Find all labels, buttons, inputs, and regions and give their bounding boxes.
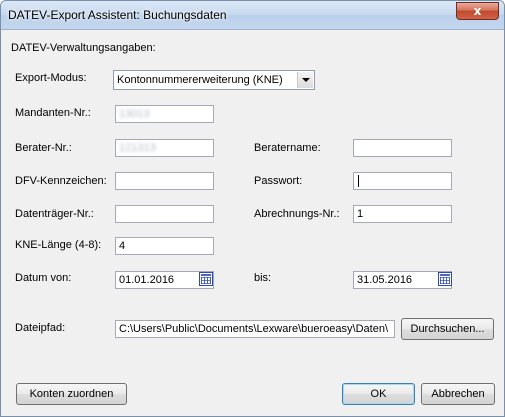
passwort-input[interactable]: [353, 172, 452, 190]
kne-input[interactable]: 4: [115, 237, 214, 255]
beratername-label: Beratername:: [254, 142, 321, 154]
datum-bis-value: 31.05.2016: [357, 274, 413, 286]
mandant-label: Mandanten-Nr.:: [15, 107, 91, 119]
export-mode-label: Export-Modus:: [15, 72, 87, 84]
mandant-value: 13013: [119, 108, 150, 120]
export-mode-value: Kontonnummererweiterung (KNE): [117, 74, 283, 86]
dateipfad-value: C:\Users\Public\Documents\Lexware\bueroe…: [119, 323, 389, 335]
chevron-down-icon[interactable]: [297, 72, 313, 88]
section-heading: DATEV-Verwaltungsangaben:: [11, 42, 156, 54]
dialog-window: DATEV-Export Assistent: Buchungsdaten x …: [0, 0, 505, 417]
export-mode-select[interactable]: Kontonnummererweiterung (KNE): [113, 70, 315, 90]
berater-value: 121313: [119, 142, 156, 154]
close-button[interactable]: x: [456, 2, 499, 20]
berater-input[interactable]: 121313: [115, 139, 214, 157]
mandant-input[interactable]: 13013: [115, 105, 214, 123]
datum-von-value: 01.01.2016: [119, 274, 175, 286]
ok-button[interactable]: OK: [342, 383, 415, 405]
title-bar[interactable]: DATEV-Export Assistent: Buchungsdaten x: [1, 1, 504, 30]
dateipfad-input[interactable]: C:\Users\Public\Documents\Lexware\bueroe…: [115, 320, 395, 338]
assign-accounts-button[interactable]: Konten zuordnen: [16, 383, 127, 405]
browse-button[interactable]: Durchsuchen...: [401, 318, 494, 340]
abrechnung-input[interactable]: 1: [353, 205, 452, 223]
datum-von-label: Datum von:: [15, 272, 72, 284]
datentraeger-input[interactable]: [115, 205, 214, 223]
datum-bis-label: bis:: [254, 272, 272, 284]
calendar-icon[interactable]: [438, 272, 452, 286]
dfv-label: DFV-Kennzeichen:: [15, 175, 107, 187]
dateipfad-label: Dateipfad:: [15, 322, 66, 334]
abrechnung-label: Abrechnungs-Nr.:: [254, 208, 340, 220]
abrechnung-value: 1: [357, 208, 364, 220]
close-icon: x: [473, 4, 482, 18]
text-caret: [358, 175, 359, 187]
kne-value: 4: [119, 240, 126, 252]
dialog-client-area: DATEV-Verwaltungsangaben: Export-Modus: …: [8, 31, 497, 411]
cancel-button[interactable]: Abbrechen: [421, 383, 495, 405]
kne-label: KNE-Länge (4-8):: [15, 239, 102, 251]
berater-label: Berater-Nr.:: [15, 142, 72, 154]
window-title: DATEV-Export Assistent: Buchungsdaten: [8, 8, 227, 22]
dfv-input[interactable]: [115, 172, 214, 190]
datentraeger-label: Datenträger-Nr.:: [15, 208, 94, 220]
beratername-input[interactable]: [353, 139, 452, 157]
calendar-icon[interactable]: [199, 272, 213, 286]
passwort-label: Passwort:: [254, 175, 303, 187]
